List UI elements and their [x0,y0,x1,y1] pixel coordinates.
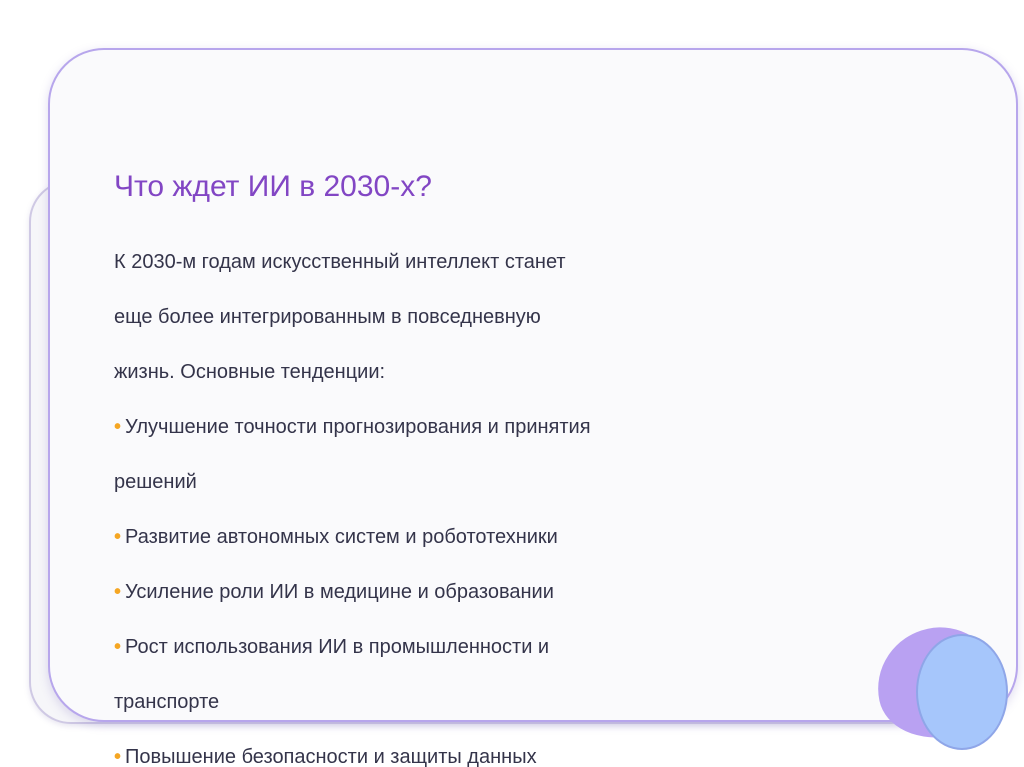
line-text: Повышение безопасности и защиты данных [125,746,537,767]
line-text: Усиление роли ИИ в медицине и образовани… [125,581,554,603]
bullet-item: • Рост использования ИИ в промышленности … [114,627,814,682]
bullet-icon: • [114,526,122,548]
line-text: Развитие автономных систем и робототехни… [125,526,558,548]
bullet-icon: • [114,416,122,438]
line-text: Рост использования ИИ в промышленности и [125,636,550,658]
bullet-icon: • [114,581,122,603]
bullet-item: • Развитие автономных систем и робототехн… [114,517,814,572]
blue-blob-decoration [916,634,1008,750]
line-text: еще более интегрированным в повседневную [114,306,541,328]
line-text: транспорте [114,691,220,713]
text-line: еще более интегрированным в повседневную [114,297,814,352]
slide: Что ждет ИИ в 2030-х? К 2030-м годам иск… [0,0,1024,767]
bullet-item: • Улучшение точности прогнозирования и пр… [114,407,814,462]
bullet-icon: • [114,636,122,658]
slide-body: К 2030-м годам искусственный интеллект с… [114,242,814,767]
text-line: решений [114,462,814,517]
line-text: К 2030-м годам искусственный интеллект с… [114,251,566,273]
text-line: К 2030-м годам искусственный интеллект с… [114,242,814,297]
text-line: транспорте [114,682,814,737]
slide-title: Что ждет ИИ в 2030-х? [114,170,432,203]
bullet-item: • Усиление роли ИИ в медицине и образован… [114,572,814,627]
line-text: жизнь. Основные тенденции: [114,361,386,383]
line-text: Улучшение точности прогнозирования и при… [125,416,591,438]
line-text: решений [114,471,197,493]
text-line: жизнь. Основные тенденции: [114,352,814,407]
bullet-item: • Повышение безопасности и защиты данных [114,737,814,767]
bullet-icon: • [114,746,122,767]
